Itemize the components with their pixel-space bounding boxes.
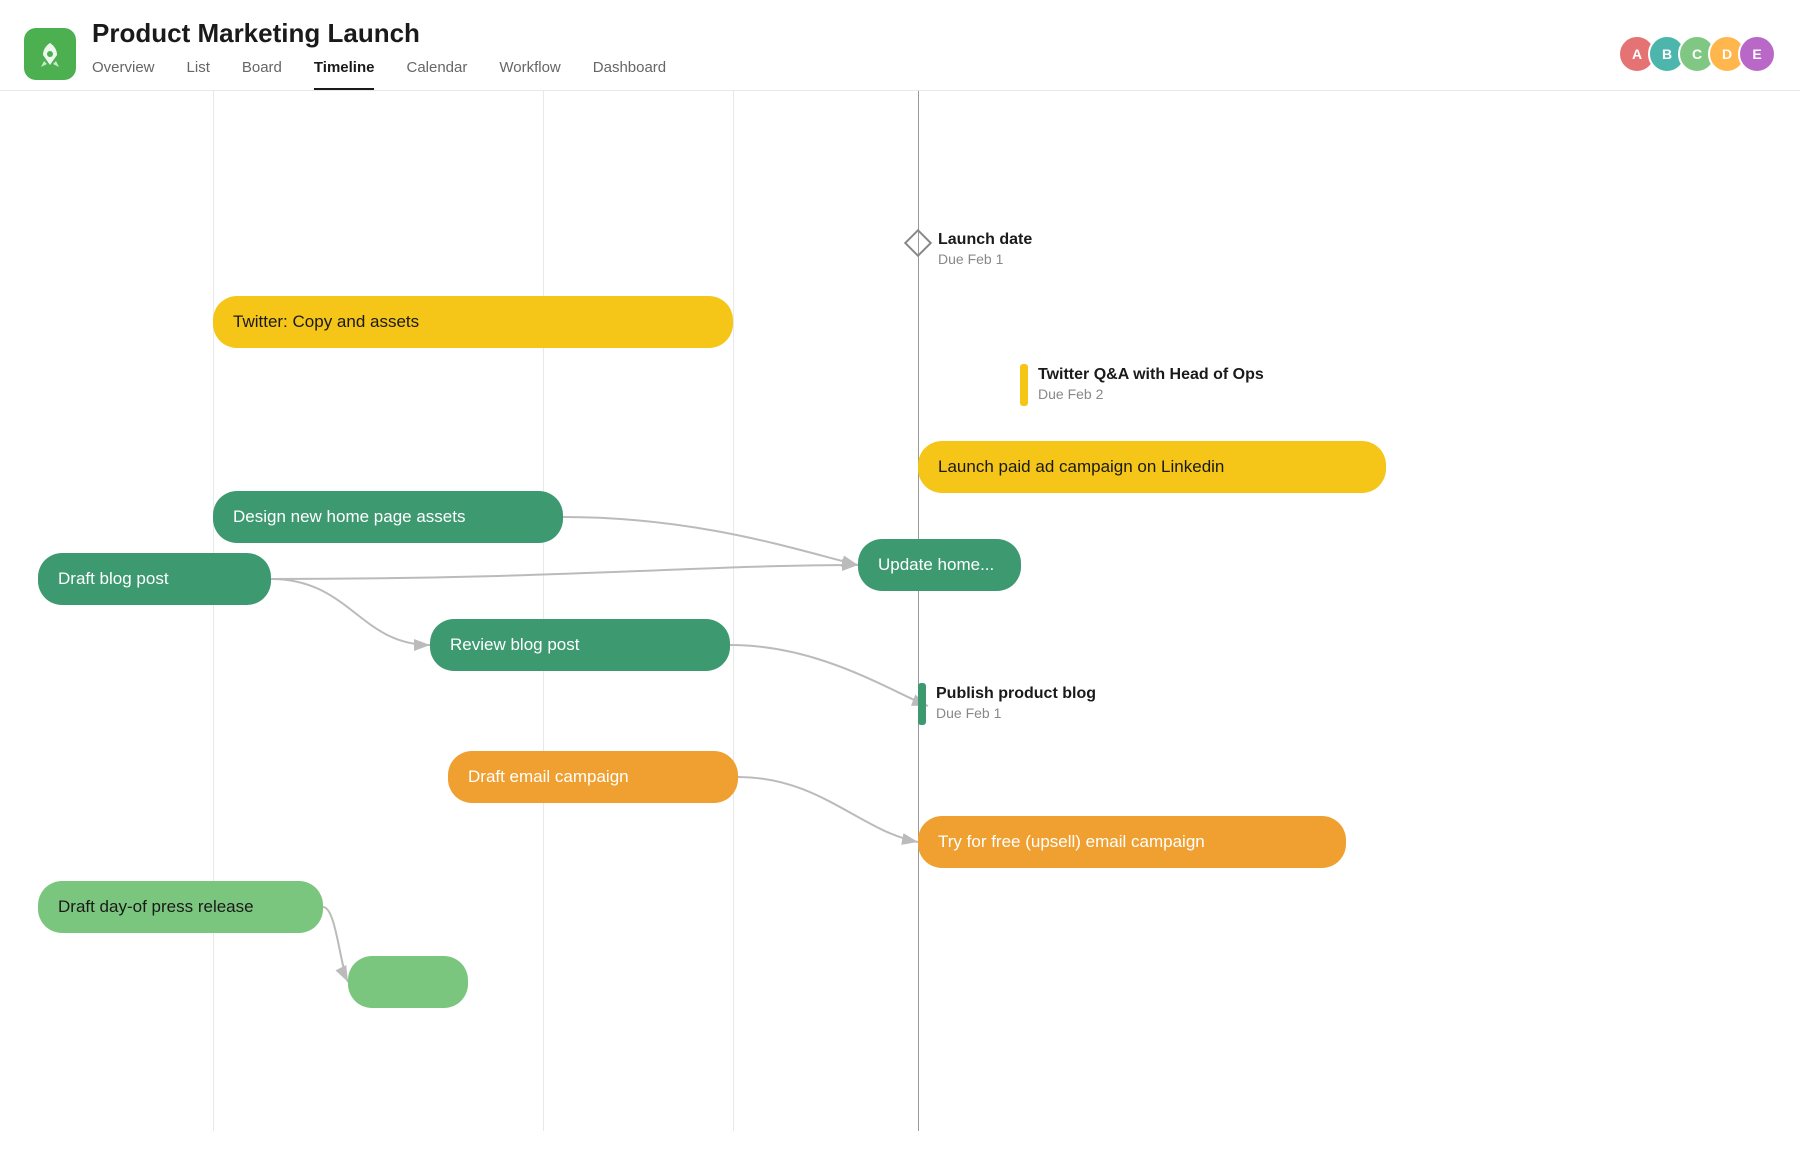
task-design-home[interactable]: Design new home page assets: [213, 491, 563, 543]
task-launch-linkedin[interactable]: Launch paid ad campaign on Linkedin: [918, 441, 1386, 493]
milestone-twitter-qa: Twitter Q&A with Head of Ops Due Feb 2: [1020, 364, 1264, 406]
tab-dashboard[interactable]: Dashboard: [593, 59, 666, 90]
task-review-blog[interactable]: Review blog post: [430, 619, 730, 671]
tab-overview[interactable]: Overview: [92, 59, 155, 90]
task-twitter-copy[interactable]: Twitter: Copy and assets: [213, 296, 733, 348]
connector-blog-update: [271, 565, 858, 579]
task-upsell-email[interactable]: Try for free (upsell) email campaign: [918, 816, 1346, 868]
grid-line-1: [213, 91, 214, 1131]
diamond-icon: [904, 229, 932, 257]
timeline-canvas: Twitter: Copy and assets Design new home…: [0, 91, 1800, 1131]
connector-design-update: [563, 517, 858, 565]
task-draft-press[interactable]: Draft day-of press release: [38, 881, 323, 933]
milestone-launch-date: Launch date Due Feb 1: [908, 231, 1032, 267]
milestone-rect-green-icon: [918, 683, 926, 725]
milestone-rect-icon: [1020, 364, 1028, 406]
avatar-5: E: [1738, 35, 1776, 73]
tab-list[interactable]: List: [187, 59, 210, 90]
avatars: A B C D E: [1618, 35, 1776, 73]
milestone-publish-blog: Publish product blog Due Feb 1: [918, 683, 1096, 725]
tab-workflow[interactable]: Workflow: [499, 59, 560, 90]
header: Product Marketing Launch Overview List B…: [0, 0, 1800, 91]
header-right: Product Marketing Launch Overview List B…: [92, 18, 1618, 90]
app-icon: [24, 28, 76, 80]
connector-email-upsell: [738, 777, 918, 842]
tab-board[interactable]: Board: [242, 59, 282, 90]
connectors-svg: [0, 91, 1800, 1131]
task-draft-email[interactable]: Draft email campaign: [448, 751, 738, 803]
connector-blog-review: [271, 579, 430, 645]
connector-review-publish: [730, 645, 928, 706]
tab-timeline[interactable]: Timeline: [314, 59, 375, 90]
project-title: Product Marketing Launch: [92, 18, 1618, 49]
grid-line-3: [733, 91, 734, 1131]
tab-calendar[interactable]: Calendar: [406, 59, 467, 90]
grid-line-2: [543, 91, 544, 1131]
task-unknown-green[interactable]: [348, 956, 468, 1008]
task-draft-blog[interactable]: Draft blog post: [38, 553, 271, 605]
connector-press-release: [323, 907, 348, 982]
task-update-home[interactable]: Update home...: [858, 539, 1021, 591]
nav-tabs: Overview List Board Timeline Calendar Wo…: [92, 59, 1618, 90]
